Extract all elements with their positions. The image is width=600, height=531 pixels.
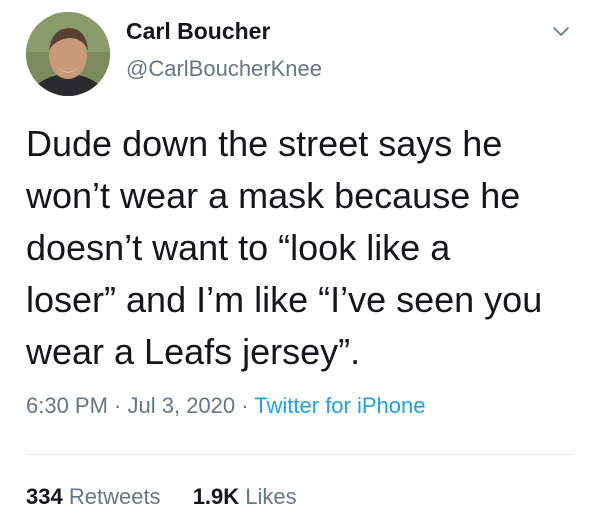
tweet-meta: 6:30 PM · Jul 3, 2020 · Twitter for iPho…	[26, 393, 425, 419]
tweet-card: Carl Boucher @CarlBoucherKnee Dude down …	[0, 0, 600, 531]
tweet-text-line: loser” and I’m like “I’ve seen you	[26, 279, 543, 320]
tweet-date[interactable]: Jul 3, 2020	[128, 393, 236, 418]
tweet-text-line: wear a Leafs jersey”.	[26, 331, 361, 372]
tweet-text-line: doesn’t want to “look like a	[26, 227, 451, 268]
chevron-down-icon[interactable]	[551, 22, 571, 42]
tweet-text-line: Dude down the street says he	[26, 123, 503, 164]
meta-separator: ·	[107, 393, 128, 418]
avatar-photo-icon	[26, 12, 110, 96]
divider	[26, 454, 574, 455]
retweets-label: Retweets	[68, 484, 161, 509]
likes-count: 1.9K	[192, 484, 240, 509]
tweet-text: Dude down the street says he won’t wear …	[26, 118, 586, 378]
tweet-text-line: won’t wear a mask because he	[26, 175, 521, 216]
likes-stat[interactable]: 1.9K Likes	[193, 484, 297, 509]
author-handle[interactable]: @CarlBoucherKnee	[126, 56, 322, 82]
tweet-source-link[interactable]: Twitter for iPhone	[254, 393, 425, 418]
retweets-stat[interactable]: 334 Retweets	[26, 484, 161, 509]
author-name[interactable]: Carl Boucher	[126, 18, 270, 45]
retweets-count: 334	[26, 484, 63, 509]
meta-separator: ·	[235, 393, 255, 418]
tweet-time[interactable]: 6:30 PM	[26, 393, 108, 418]
likes-label: Likes	[245, 484, 297, 509]
tweet-stats: 334 Retweets 1.9K Likes	[26, 484, 323, 510]
avatar[interactable]	[26, 12, 110, 96]
